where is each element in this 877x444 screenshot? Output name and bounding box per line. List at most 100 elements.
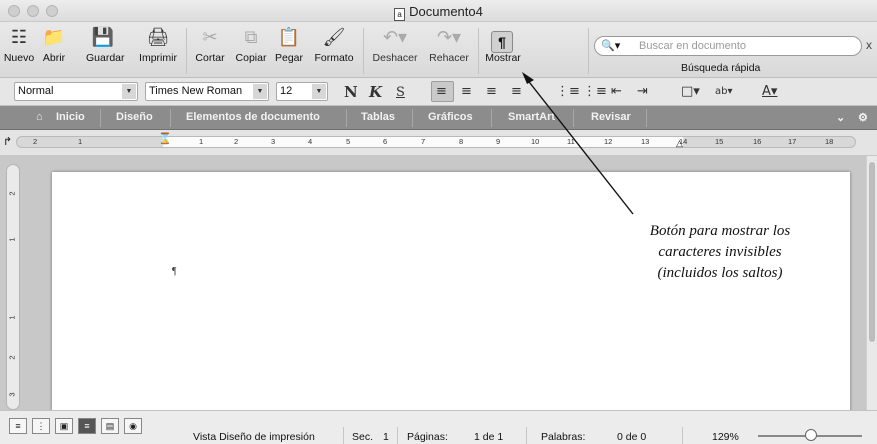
toolbar-separator [478,28,479,74]
tab-smartart[interactable]: SmartArt [508,111,555,123]
chevron-down-icon: ▼ [253,84,267,99]
ruler-label: 15 [715,137,724,146]
status-divider [343,427,344,444]
italic-button[interactable]: K [369,83,382,101]
numbered-list-icon[interactable]: ⋮≡ [556,84,580,99]
ruler-label: 11 [567,137,575,146]
ruler-label: 17 [788,137,797,146]
view-name: Vista Diseño de impresión [193,431,315,443]
tab-graficos[interactable]: Gráficos [428,111,473,123]
paste-icon: 📋 [277,27,301,47]
vruler-label: 3 [7,392,17,397]
word-window: a Documento4 ☷ Nuevo 📁 Abrir 💾 Guardar 🖨 … [0,0,877,444]
undo-icon: ↶▾ [382,27,408,47]
cut-button[interactable]: ✂ Cortar [191,26,229,64]
decrease-indent-icon[interactable]: ⇤ [611,84,622,99]
tab-diseno[interactable]: Diseño [116,111,153,123]
paste-button[interactable]: 📋 Pegar [271,26,307,64]
gear-icon[interactable]: ⚙ [858,111,868,124]
tab-divider [346,109,347,127]
increase-indent-icon[interactable]: ⇥ [637,84,648,99]
font-select[interactable]: Times New Roman ▼ [145,82,269,101]
format-painter-button[interactable]: 🖌 Formato [310,26,358,64]
ruler-label: 5 [346,137,351,146]
status-divider [397,427,398,444]
horizontal-ruler[interactable]: 2 1 1 2 3 4 5 6 7 8 9 10 11 12 13 14 15 … [16,136,856,148]
new-button[interactable]: ☷ Nuevo [2,26,36,64]
show-button[interactable]: Mostrar [481,26,525,64]
align-left-icon[interactable]: ≡ [436,84,447,99]
ruler-label: 4 [308,137,313,146]
ruler-label: 16 [753,137,762,146]
section-label: Sec. [352,431,374,443]
annotation-line: caracteres invisibles [658,244,782,260]
vertical-scrollbar[interactable] [866,156,877,410]
redo-button[interactable]: ↷▾ Rehacer [424,26,474,64]
justify-icon[interactable]: ≡ [511,84,522,99]
tab-divider [646,109,647,127]
open-button[interactable]: 📁 Abrir [38,26,70,64]
ruler-label: 2 [33,137,38,146]
highlight-icon[interactable]: ab▾ [715,86,733,97]
save-button[interactable]: 💾 Guardar [86,26,125,64]
scissors-icon: ✂ [202,27,218,47]
collapse-ribbon-icon[interactable]: ⌄ [836,111,845,124]
window-title: a Documento4 [0,4,877,21]
ruler-label: 2 [234,137,239,146]
outline-view-icon[interactable]: ⋮ [32,418,50,434]
ruler-label: 13 [641,137,650,146]
section-value: 1 [383,431,389,443]
print-button[interactable]: 🖨 Imprimir [136,26,180,64]
borders-icon[interactable]: □▾ [681,84,700,99]
copy-icon: ⧉ [244,27,258,47]
annotation-callout: Botón para mostrar los caracteres invisi… [605,221,835,284]
document-icon: a [394,8,406,21]
bullet-list-icon[interactable]: ⋮≡ [583,84,607,99]
align-center-icon[interactable]: ≡ [461,84,472,99]
paragraph-mark: ¶ [172,266,177,277]
copy-button[interactable]: ⧉ Copiar [231,26,271,64]
scrollbar-thumb[interactable] [869,162,875,342]
underline-button[interactable]: S [396,85,405,100]
search-input[interactable]: 🔍▾ Buscar en documento [594,36,862,56]
tab-tablas[interactable]: Tablas [361,111,395,123]
ruler-label: 9 [496,137,501,146]
tab-inicio[interactable]: Inicio [56,111,85,123]
close-icon[interactable]: x [866,38,872,52]
right-indent-marker-icon[interactable]: △ [676,138,683,149]
pages-value: 1 de 1 [474,431,504,443]
publishing-view-icon[interactable]: ▣ [55,418,73,434]
vruler-label: 1 [7,237,17,242]
font-size-select[interactable]: 12 ▼ [276,82,328,101]
toolbar-separator [186,28,187,74]
toolbar-separator [363,28,364,74]
draft-view-icon[interactable]: ≡ [9,418,27,434]
save-icon: 💾 [91,27,115,47]
vruler-label: 1 [7,315,17,320]
font-color-icon[interactable]: A▾ [762,84,777,99]
tab-elementos[interactable]: Elementos de documento [186,111,320,123]
notebook-view-icon[interactable]: ▤ [101,418,119,434]
zoom-slider-handle[interactable] [805,429,817,441]
tab-divider [100,109,101,127]
tab-divider [491,109,492,127]
words-label: Palabras: [541,431,586,443]
home-icon: ⌂ [36,111,43,123]
ruler-label: 18 [825,137,834,146]
style-select[interactable]: Normal ▼ [14,82,138,101]
chevron-down-icon: ▼ [122,84,136,99]
undo-button[interactable]: ↶▾ Deshacer [369,26,421,64]
align-right-icon[interactable]: ≡ [486,84,497,99]
document-page[interactable]: ¶ [52,172,850,412]
tab-revisar[interactable]: Revisar [591,111,631,123]
focus-view-icon[interactable]: ◉ [124,418,142,434]
bold-button[interactable]: N [344,83,358,101]
search-label: Búsqueda rápida [681,62,761,74]
tab-divider [412,109,413,127]
tab-stop-icon[interactable]: ↱ [3,135,12,148]
vruler-label: 2 [7,191,17,196]
ruler-label: 6 [383,137,388,146]
indent-marker-icon[interactable]: ⌛ [158,132,172,145]
vertical-ruler[interactable]: 2 1 1 2 3 [6,164,20,410]
print-layout-view-icon[interactable]: ≡ [78,418,96,434]
